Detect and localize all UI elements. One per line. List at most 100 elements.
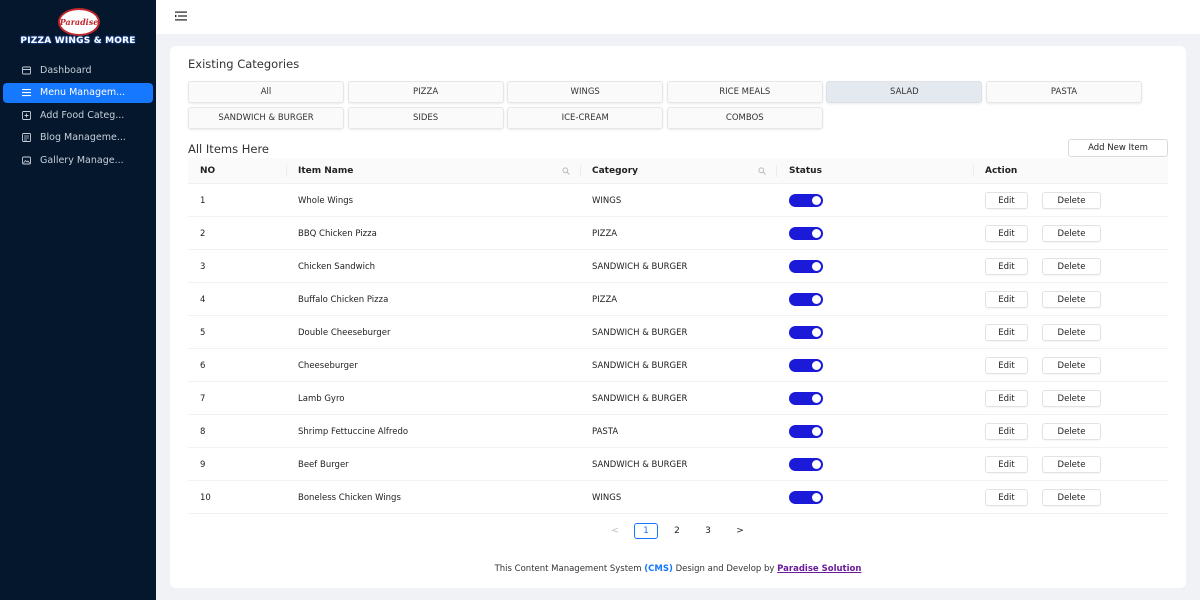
row-number: 2 bbox=[200, 228, 206, 239]
item-category: SANDWICH & BURGER bbox=[592, 261, 688, 272]
footer-cms: (CMS) bbox=[644, 564, 673, 574]
status-toggle[interactable] bbox=[789, 392, 823, 405]
edit-button[interactable]: Edit bbox=[985, 390, 1028, 407]
row-number: 1 bbox=[200, 195, 206, 206]
pagination-page-2[interactable]: 2 bbox=[665, 523, 689, 539]
edit-button[interactable]: Edit bbox=[985, 192, 1028, 209]
item-name: Beef Burger bbox=[298, 459, 349, 470]
pagination-page-1[interactable]: 1 bbox=[634, 523, 658, 539]
item-category: PIZZA bbox=[592, 294, 618, 305]
status-toggle[interactable] bbox=[789, 194, 823, 207]
delete-button[interactable]: Delete bbox=[1042, 258, 1101, 275]
status-toggle[interactable] bbox=[789, 491, 823, 504]
item-name: Whole Wings bbox=[298, 195, 354, 206]
row-number: 6 bbox=[200, 360, 206, 371]
row-number: 5 bbox=[200, 327, 206, 338]
sidebar-item-dashboard[interactable]: Dashboard bbox=[3, 60, 153, 80]
toggle-knob bbox=[812, 427, 821, 436]
edit-button[interactable]: Edit bbox=[985, 357, 1028, 374]
category-button-pasta[interactable]: PASTA bbox=[986, 81, 1142, 103]
category-button-rice-meals[interactable]: RICE MEALS bbox=[666, 81, 823, 103]
sidebar-item-add-food[interactable]: Add Food Categ... bbox=[3, 105, 153, 125]
item-name: Boneless Chicken Wings bbox=[298, 492, 401, 503]
row-number: 3 bbox=[200, 261, 206, 272]
delete-button[interactable]: Delete bbox=[1042, 456, 1101, 473]
table-row: 4 Buffalo Chicken Pizza PIZZA Edit Delete bbox=[188, 283, 1168, 316]
delete-button[interactable]: Delete bbox=[1042, 225, 1101, 242]
delete-button[interactable]: Delete bbox=[1042, 357, 1101, 374]
pagination-next-button[interactable]: > bbox=[728, 523, 752, 539]
delete-button[interactable]: Delete bbox=[1042, 192, 1101, 209]
column-divider bbox=[580, 165, 581, 177]
search-icon[interactable] bbox=[758, 167, 766, 175]
add-new-item-button[interactable]: Add New Item bbox=[1068, 139, 1168, 157]
footer-company-link[interactable]: Paradise Solution bbox=[777, 564, 861, 574]
item-name: Chicken Sandwich bbox=[298, 261, 376, 272]
category-button-ice-cream[interactable]: ICE-CREAM bbox=[507, 107, 664, 129]
delete-button[interactable]: Delete bbox=[1042, 489, 1101, 506]
toggle-knob bbox=[812, 295, 821, 304]
gallery-icon bbox=[22, 156, 31, 165]
categories-title: Existing Categories bbox=[188, 57, 300, 71]
edit-button[interactable]: Edit bbox=[985, 423, 1028, 440]
sidebar-item-blog[interactable]: Blog Manageme... bbox=[3, 128, 153, 148]
status-toggle[interactable] bbox=[789, 293, 823, 306]
status-toggle[interactable] bbox=[789, 227, 823, 240]
status-toggle[interactable] bbox=[789, 359, 823, 372]
item-name: Buffalo Chicken Pizza bbox=[298, 294, 389, 305]
logo-text: Paradise bbox=[59, 17, 99, 27]
footer-prefix: This Content Management System bbox=[494, 564, 642, 574]
pagination-page-3[interactable]: 3 bbox=[696, 523, 720, 539]
menu-list-icon bbox=[22, 88, 31, 97]
brand-name: PIZZA WINGS & MORE bbox=[20, 36, 136, 46]
item-category: PIZZA bbox=[592, 228, 618, 239]
sidebar: Paradise PIZZA WINGS & MORE Dashboard Men… bbox=[0, 0, 156, 600]
status-toggle[interactable] bbox=[789, 326, 823, 339]
category-button-pizza[interactable]: PIZZA bbox=[347, 81, 504, 103]
edit-button[interactable]: Edit bbox=[985, 225, 1028, 242]
table-row: 5 Double Cheeseburger SANDWICH & BURGER Edi… bbox=[188, 316, 1168, 349]
sidebar-item-gallery[interactable]: Gallery Manage... bbox=[3, 150, 153, 170]
column-divider bbox=[286, 165, 287, 177]
category-button-sandwich-burger[interactable]: SANDWICH & BURGER bbox=[188, 107, 344, 129]
item-name: Cheeseburger bbox=[298, 360, 358, 371]
row-number: 9 bbox=[200, 459, 206, 470]
top-header bbox=[156, 0, 1200, 34]
table-header: NO Item Name Category Status Action bbox=[188, 158, 1168, 184]
item-category: SANDWICH & BURGER bbox=[592, 459, 688, 470]
column-divider bbox=[973, 165, 974, 177]
category-button-sides[interactable]: SIDES bbox=[347, 107, 504, 129]
category-button-all[interactable]: All bbox=[188, 81, 344, 103]
dashboard-icon bbox=[22, 66, 31, 75]
pagination-prev-button[interactable]: < bbox=[603, 523, 627, 539]
column-header-category: Category bbox=[592, 166, 639, 176]
edit-button[interactable]: Edit bbox=[985, 324, 1028, 341]
edit-button[interactable]: Edit bbox=[985, 456, 1028, 473]
edit-button[interactable]: Edit bbox=[985, 258, 1028, 275]
logo-badge: Paradise bbox=[58, 8, 100, 36]
category-button-salad[interactable]: SALAD bbox=[826, 81, 983, 103]
search-icon[interactable] bbox=[562, 167, 570, 175]
delete-button[interactable]: Delete bbox=[1042, 324, 1101, 341]
status-toggle[interactable] bbox=[789, 260, 823, 273]
toggle-knob bbox=[812, 394, 821, 403]
delete-button[interactable]: Delete bbox=[1042, 423, 1101, 440]
delete-button[interactable]: Delete bbox=[1042, 390, 1101, 407]
status-toggle[interactable] bbox=[789, 458, 823, 471]
status-toggle[interactable] bbox=[789, 425, 823, 438]
menu-toggle-icon[interactable] bbox=[175, 11, 187, 21]
sidebar-item-label: Menu Managem... bbox=[40, 87, 126, 98]
table-row: 7 Lamb Gyro SANDWICH & BURGER Edit Delete bbox=[188, 382, 1168, 415]
sidebar-item-menu-list[interactable]: Menu Managem... bbox=[3, 82, 153, 103]
item-category: SANDWICH & BURGER bbox=[592, 393, 688, 404]
table-row: 10 Boneless Chicken Wings WINGS Edit Delete bbox=[188, 481, 1168, 514]
category-button-combos[interactable]: COMBOS bbox=[666, 107, 823, 129]
category-button-wings[interactable]: WINGS bbox=[507, 81, 664, 103]
edit-button[interactable]: Edit bbox=[985, 291, 1028, 308]
edit-button[interactable]: Edit bbox=[985, 489, 1028, 506]
delete-button[interactable]: Delete bbox=[1042, 291, 1101, 308]
table-row: 3 Chicken Sandwich SANDWICH & BURGER Edit De… bbox=[188, 250, 1168, 283]
main-card: Existing Categories All PIZZA WINGS RICE ME… bbox=[170, 46, 1186, 588]
brand-logo[interactable]: Paradise PIZZA WINGS & MORE bbox=[0, 6, 156, 52]
item-name: Shrimp Fettuccine Alfredo bbox=[298, 426, 409, 437]
